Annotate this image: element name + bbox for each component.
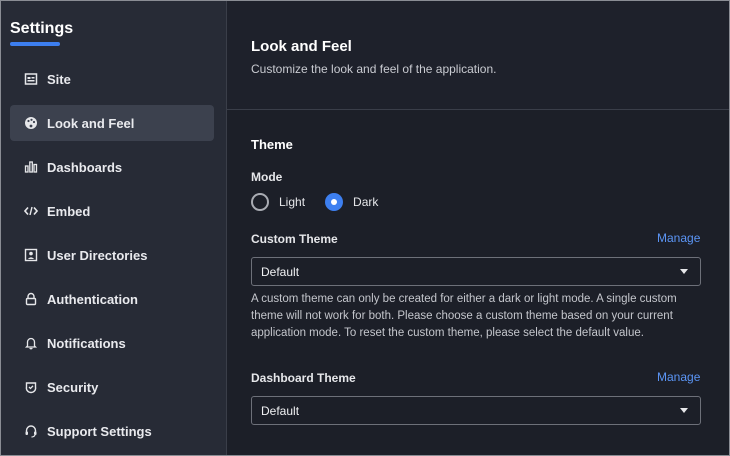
light-mode-radio[interactable] (251, 193, 269, 211)
sidebar-item-dashboards[interactable]: Dashboards (10, 149, 214, 185)
sidebar-item-label: Authentication (47, 291, 138, 307)
sidebar-item-label: Look and Feel (47, 115, 135, 131)
light-mode-label[interactable]: Light (279, 195, 305, 209)
shield-icon (23, 379, 39, 395)
custom-theme-manage-link[interactable]: Manage (657, 231, 700, 245)
custom-theme-label: Custom Theme (251, 232, 338, 246)
page-header: Look and Feel Customize the look and fee… (227, 1, 729, 110)
radio-selected-dot (331, 199, 338, 205)
sidebar-item-authentication[interactable]: Authentication (10, 281, 214, 317)
sidebar-item-look-and-feel[interactable]: Look and Feel (10, 105, 214, 141)
app-window: Settings Site Look and Feel Dashboards E… (0, 0, 730, 456)
custom-theme-help-text: A custom theme can only be created for e… (251, 293, 677, 339)
custom-theme-select-value: Default (261, 264, 300, 279)
dark-mode-label[interactable]: Dark (353, 195, 378, 209)
settings-sidebar: Settings Site Look and Feel Dashboards E… (1, 1, 227, 455)
sidebar-item-notifications[interactable]: Notifications (10, 325, 214, 361)
mode-label: Mode (251, 170, 283, 184)
sidebar-item-label: Site (47, 71, 71, 87)
settings-content: Look and Feel Customize the look and fee… (227, 1, 729, 455)
sidebar-item-security[interactable]: Security (10, 369, 214, 405)
settings-nav: Site Look and Feel Dashboards Embed User… (10, 61, 214, 455)
lock-icon (23, 291, 39, 307)
caret-down-icon (680, 408, 688, 413)
sidebar-title-underline (10, 42, 60, 46)
dashboard-theme-manage-link[interactable]: Manage (657, 370, 700, 384)
theme-section-title: Theme (251, 137, 293, 152)
sidebar-title: Settings (10, 20, 74, 37)
bell-icon (23, 335, 39, 351)
sidebar-item-label: Embed (47, 203, 91, 219)
sidebar-item-label: User Directories (47, 247, 148, 263)
sidebar-item-label: Security (47, 379, 99, 395)
page-subtitle: Customize the look and feel of the appli… (251, 62, 497, 76)
sidebar-item-label: Support Settings (47, 423, 152, 439)
contact-card-icon (23, 247, 39, 263)
dashboard-theme-select[interactable]: Default (251, 396, 701, 425)
palette-icon (23, 115, 39, 131)
dashboard-theme-select-value: Default (261, 403, 300, 418)
sidebar-item-support-settings[interactable]: Support Settings (10, 413, 214, 449)
code-icon (23, 203, 39, 219)
sidebar-item-embed[interactable]: Embed (10, 193, 214, 229)
caret-down-icon (680, 269, 688, 274)
page-title: Look and Feel (251, 38, 352, 55)
sidebar-item-label: Notifications (47, 335, 126, 351)
bar-chart-icon (23, 159, 39, 175)
mode-radio-group: Light Dark (251, 193, 398, 211)
site-icon (23, 71, 39, 87)
dashboard-theme-label: Dashboard Theme (251, 371, 356, 385)
sidebar-item-user-directories[interactable]: User Directories (10, 237, 214, 273)
dark-mode-radio[interactable] (325, 193, 344, 211)
headset-icon (23, 423, 39, 439)
sidebar-item-site[interactable]: Site (10, 61, 214, 97)
sidebar-item-label: Dashboards (47, 159, 123, 175)
custom-theme-select[interactable]: Default (251, 257, 701, 286)
